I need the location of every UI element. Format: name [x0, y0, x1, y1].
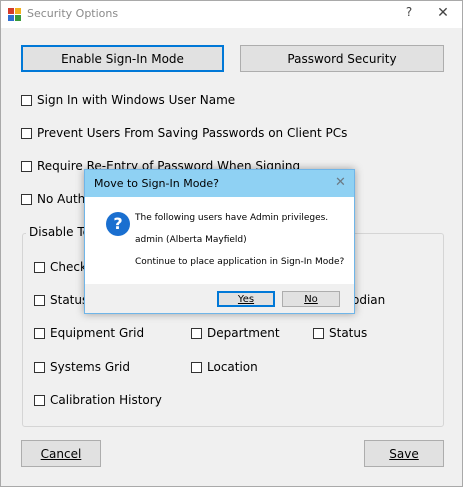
save-button[interactable]: Save	[364, 440, 444, 467]
location-checkbox[interactable]: Location	[191, 360, 258, 374]
checkbox-label: Calibration History	[50, 393, 162, 407]
status-left-checkbox[interactable]: Status	[34, 293, 88, 307]
prevent-saving-passwords-checkbox[interactable]: Prevent Users From Saving Passwords on C…	[21, 126, 347, 140]
window-title: Security Options	[27, 7, 119, 20]
sign-in-windows-user-checkbox[interactable]: Sign In with Windows User Name	[21, 93, 235, 107]
save-label: Save	[389, 446, 419, 461]
checkbox-label: Location	[207, 360, 258, 374]
checkbox-box[interactable]	[191, 327, 202, 339]
checkbox-box[interactable]	[21, 160, 32, 172]
enable-sign-in-mode-button[interactable]: Enable Sign-In Mode	[21, 45, 224, 72]
no-label: No	[304, 293, 318, 305]
close-icon[interactable]: ✕	[435, 5, 451, 23]
calibration-history-checkbox[interactable]: Calibration History	[34, 393, 162, 407]
dialog-close-icon[interactable]: ✕	[335, 175, 346, 190]
checkbox-label: Status	[329, 326, 368, 340]
checkbox-label: Status	[50, 293, 89, 307]
dialog-title: Move to Sign-In Mode?	[94, 177, 220, 190]
systems-grid-checkbox[interactable]: Systems Grid	[34, 360, 130, 374]
checkbox-label: Equipment Grid	[50, 326, 145, 340]
dialog-title-bar: Move to Sign-In Mode? ✕	[85, 170, 354, 197]
check-checkbox[interactable]: Check	[34, 260, 87, 274]
password-security-label: Password Security	[287, 51, 397, 66]
checkbox-box[interactable]	[191, 361, 202, 373]
enable-sign-in-mode-label: Enable Sign-In Mode	[61, 51, 184, 66]
cancel-label: Cancel	[40, 446, 82, 461]
title-bar: Security Options ? ✕	[1, 1, 462, 28]
checkbox-box[interactable]	[34, 294, 45, 306]
status-right-checkbox[interactable]: Status	[313, 326, 367, 340]
cancel-button[interactable]: Cancel	[21, 440, 101, 467]
help-icon[interactable]: ?	[403, 5, 415, 23]
department-checkbox[interactable]: Department	[191, 326, 280, 340]
dialog-message-line-1: The following users have Admin privilege…	[135, 213, 329, 223]
checkbox-label: Systems Grid	[50, 360, 130, 374]
question-icon: ?	[106, 212, 130, 236]
dialog-message-line-2: admin (Alberta Mayfield)	[135, 235, 247, 245]
app-icon	[8, 8, 21, 21]
checkbox-label: Department	[207, 326, 280, 340]
custodian-label-fragment: odian	[352, 293, 386, 307]
checkbox-box[interactable]	[34, 261, 45, 273]
equipment-grid-checkbox[interactable]: Equipment Grid	[34, 326, 144, 340]
checkbox-label: Prevent Users From Saving Passwords on C…	[37, 126, 348, 140]
checkbox-box[interactable]	[313, 327, 324, 339]
checkbox-box[interactable]	[34, 394, 45, 406]
dialog-message-line-3: Continue to place application in Sign-In…	[135, 257, 345, 267]
password-security-button[interactable]: Password Security	[240, 45, 444, 72]
checkbox-box[interactable]	[21, 94, 32, 106]
checkbox-box[interactable]	[21, 127, 32, 139]
checkbox-label: Sign In with Windows User Name	[37, 93, 236, 107]
checkbox-label: Check	[50, 260, 87, 274]
move-to-sign-in-dialog: Move to Sign-In Mode? ✕ ? The following …	[84, 169, 355, 314]
yes-label: Yes	[237, 293, 255, 305]
checkbox-box[interactable]	[34, 327, 45, 339]
checkbox-box[interactable]	[34, 361, 45, 373]
no-button[interactable]: No	[282, 291, 340, 307]
dialog-footer: Yes No	[85, 284, 354, 313]
checkbox-box[interactable]	[21, 193, 32, 205]
yes-button[interactable]: Yes	[217, 291, 275, 307]
security-options-window: Security Options ? ✕ Enable Sign-In Mode…	[0, 0, 463, 487]
